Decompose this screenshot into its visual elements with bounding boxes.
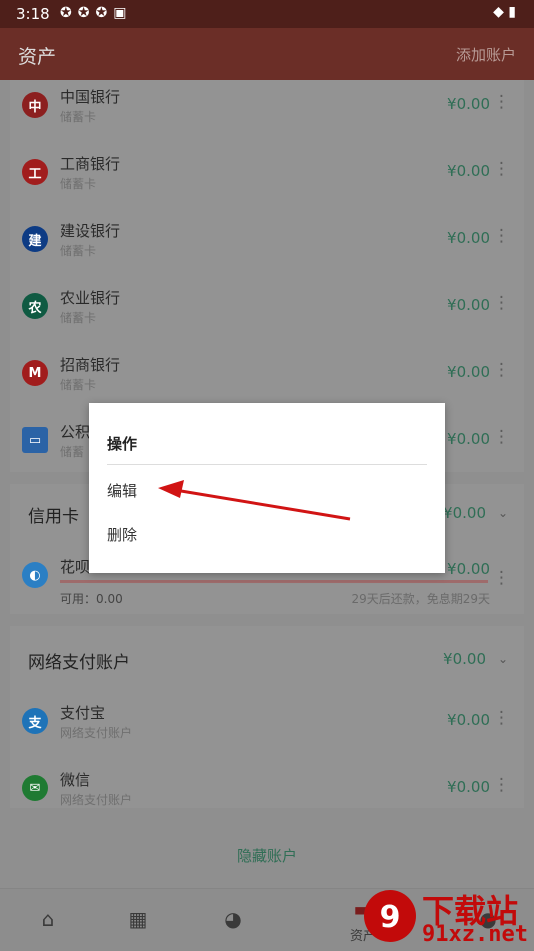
annotation-arrow — [158, 480, 351, 521]
watermark-url: 91xz.net — [422, 922, 528, 947]
watermark-logo: 9 — [364, 890, 416, 942]
arrow-head — [158, 480, 184, 498]
svg-text:9: 9 — [380, 900, 401, 935]
watermark: 9 下载站 91xz.net — [360, 886, 530, 948]
arrow-shaft — [174, 488, 351, 521]
